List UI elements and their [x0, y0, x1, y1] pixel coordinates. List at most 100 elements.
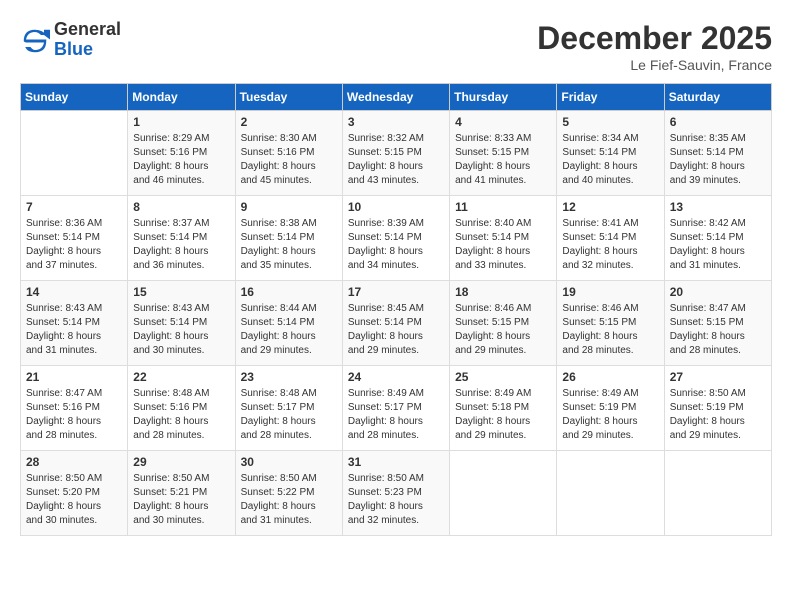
day-info: Sunrise: 8:42 AMSunset: 5:14 PMDaylight:… — [670, 217, 766, 273]
weekday-header-tuesday: Tuesday — [235, 84, 342, 111]
day-number: 26 — [562, 370, 658, 384]
day-info: Sunrise: 8:29 AMSunset: 5:16 PMDaylight:… — [133, 132, 229, 188]
logo-text: General Blue — [54, 20, 121, 60]
day-number: 5 — [562, 115, 658, 129]
day-number: 25 — [455, 370, 551, 384]
day-number: 28 — [26, 455, 122, 469]
calendar-cell — [664, 451, 771, 536]
weekday-header-friday: Friday — [557, 84, 664, 111]
day-number: 22 — [133, 370, 229, 384]
calendar-cell: 5Sunrise: 8:34 AMSunset: 5:14 PMDaylight… — [557, 111, 664, 196]
weekday-header-monday: Monday — [128, 84, 235, 111]
day-number: 17 — [348, 285, 444, 299]
calendar-cell: 30 Sunrise: 8:50 AMSunset: 5:22 PMDayligh… — [235, 451, 342, 536]
day-info: Sunrise: 8:30 AMSunset: 5:16 PMDaylight:… — [241, 132, 337, 188]
day-info: Sunrise: 8:36 AMSunset: 5:14 PMDaylight:… — [26, 217, 122, 273]
calendar-cell: 8 Sunrise: 8:37 AMSunset: 5:14 PMDaylight… — [128, 196, 235, 281]
calendar-cell: 21 Sunrise: 8:47 AMSunset: 5:16 PMDayligh… — [21, 366, 128, 451]
day-info: Sunrise: 8:48 AMSunset: 5:16 PMDaylight:… — [133, 387, 229, 443]
calendar-cell: 12 Sunrise: 8:41 AMSunset: 5:14 PMDayligh… — [557, 196, 664, 281]
calendar-cell: 13 Sunrise: 8:42 AMSunset: 5:14 PMDayligh… — [664, 196, 771, 281]
day-info: Sunrise: 8:43 AMSunset: 5:14 PMDaylight:… — [26, 302, 122, 358]
logo-blue-text: Blue — [54, 40, 121, 60]
calendar-week-4: 21 Sunrise: 8:47 AMSunset: 5:16 PMDayligh… — [21, 366, 772, 451]
day-number: 8 — [133, 200, 229, 214]
day-number: 24 — [348, 370, 444, 384]
calendar-cell: 18Sunrise: 8:46 AMSunset: 5:15 PMDayligh… — [450, 281, 557, 366]
calendar-cell: 9Sunrise: 8:38 AMSunset: 5:14 PMDaylight… — [235, 196, 342, 281]
location-subtitle: Le Fief-Sauvin, France — [537, 57, 772, 73]
day-info: Sunrise: 8:38 AMSunset: 5:14 PMDaylight:… — [241, 217, 337, 273]
day-number: 19 — [562, 285, 658, 299]
weekday-header-thursday: Thursday — [450, 84, 557, 111]
day-info: Sunrise: 8:50 AMSunset: 5:23 PMDaylight:… — [348, 472, 444, 528]
calendar-cell: 29 Sunrise: 8:50 AMSunset: 5:21 PMDayligh… — [128, 451, 235, 536]
calendar-table: SundayMondayTuesdayWednesdayThursdayFrid… — [20, 83, 772, 536]
day-info: Sunrise: 8:45 AMSunset: 5:14 PMDaylight:… — [348, 302, 444, 358]
day-info: Sunrise: 8:50 AMSunset: 5:22 PMDaylight:… — [241, 472, 337, 528]
page-header: General Blue December 2025 Le Fief-Sauvi… — [20, 20, 772, 73]
weekday-header-wednesday: Wednesday — [342, 84, 449, 111]
day-info: Sunrise: 8:48 AMSunset: 5:17 PMDaylight:… — [241, 387, 337, 443]
day-number: 3 — [348, 115, 444, 129]
day-info: Sunrise: 8:46 AMSunset: 5:15 PMDaylight:… — [455, 302, 551, 358]
logo: General Blue — [20, 20, 121, 60]
day-number: 21 — [26, 370, 122, 384]
calendar-cell: 26 Sunrise: 8:49 AMSunset: 5:19 PMDayligh… — [557, 366, 664, 451]
day-number: 11 — [455, 200, 551, 214]
calendar-week-1: 1Sunrise: 8:29 AMSunset: 5:16 PMDaylight… — [21, 111, 772, 196]
calendar-cell: 19 Sunrise: 8:46 AMSunset: 5:15 PMDayligh… — [557, 281, 664, 366]
day-number: 6 — [670, 115, 766, 129]
day-info: Sunrise: 8:47 AMSunset: 5:16 PMDaylight:… — [26, 387, 122, 443]
calendar-cell: 1Sunrise: 8:29 AMSunset: 5:16 PMDaylight… — [128, 111, 235, 196]
day-number: 29 — [133, 455, 229, 469]
day-info: Sunrise: 8:47 AMSunset: 5:15 PMDaylight:… — [670, 302, 766, 358]
calendar-cell — [557, 451, 664, 536]
day-info: Sunrise: 8:50 AMSunset: 5:20 PMDaylight:… — [26, 472, 122, 528]
day-info: Sunrise: 8:39 AMSunset: 5:14 PMDaylight:… — [348, 217, 444, 273]
calendar-cell: 7 Sunrise: 8:36 AMSunset: 5:14 PMDaylight… — [21, 196, 128, 281]
day-info: Sunrise: 8:44 AMSunset: 5:14 PMDaylight:… — [241, 302, 337, 358]
calendar-week-5: 28 Sunrise: 8:50 AMSunset: 5:20 PMDayligh… — [21, 451, 772, 536]
calendar-cell: 16Sunrise: 8:44 AMSunset: 5:14 PMDayligh… — [235, 281, 342, 366]
calendar-cell: 11 Sunrise: 8:40 AMSunset: 5:14 PMDayligh… — [450, 196, 557, 281]
weekday-header-sunday: Sunday — [21, 84, 128, 111]
day-number: 13 — [670, 200, 766, 214]
day-info: Sunrise: 8:49 AMSunset: 5:18 PMDaylight:… — [455, 387, 551, 443]
day-info: Sunrise: 8:35 AMSunset: 5:14 PMDaylight:… — [670, 132, 766, 188]
calendar-cell: 20 Sunrise: 8:47 AMSunset: 5:15 PMDayligh… — [664, 281, 771, 366]
calendar-cell: 31Sunrise: 8:50 AMSunset: 5:23 PMDayligh… — [342, 451, 449, 536]
day-number: 20 — [670, 285, 766, 299]
day-info: Sunrise: 8:40 AMSunset: 5:14 PMDaylight:… — [455, 217, 551, 273]
calendar-cell: 10Sunrise: 8:39 AMSunset: 5:14 PMDayligh… — [342, 196, 449, 281]
day-info: Sunrise: 8:46 AMSunset: 5:15 PMDaylight:… — [562, 302, 658, 358]
day-number: 2 — [241, 115, 337, 129]
calendar-cell — [21, 111, 128, 196]
day-number: 30 — [241, 455, 337, 469]
calendar-cell: 23 Sunrise: 8:48 AMSunset: 5:17 PMDayligh… — [235, 366, 342, 451]
day-info: Sunrise: 8:41 AMSunset: 5:14 PMDaylight:… — [562, 217, 658, 273]
title-block: December 2025 Le Fief-Sauvin, France — [537, 20, 772, 73]
calendar-cell: 25 Sunrise: 8:49 AMSunset: 5:18 PMDayligh… — [450, 366, 557, 451]
day-info: Sunrise: 8:49 AMSunset: 5:17 PMDaylight:… — [348, 387, 444, 443]
day-info: Sunrise: 8:33 AMSunset: 5:15 PMDaylight:… — [455, 132, 551, 188]
day-number: 7 — [26, 200, 122, 214]
calendar-cell: 4Sunrise: 8:33 AMSunset: 5:15 PMDaylight… — [450, 111, 557, 196]
calendar-header-row: SundayMondayTuesdayWednesdayThursdayFrid… — [21, 84, 772, 111]
day-number: 14 — [26, 285, 122, 299]
calendar-cell — [450, 451, 557, 536]
day-number: 12 — [562, 200, 658, 214]
day-number: 15 — [133, 285, 229, 299]
day-info: Sunrise: 8:50 AMSunset: 5:21 PMDaylight:… — [133, 472, 229, 528]
calendar-cell: 15Sunrise: 8:43 AMSunset: 5:14 PMDayligh… — [128, 281, 235, 366]
day-info: Sunrise: 8:49 AMSunset: 5:19 PMDaylight:… — [562, 387, 658, 443]
day-number: 23 — [241, 370, 337, 384]
day-info: Sunrise: 8:37 AMSunset: 5:14 PMDaylight:… — [133, 217, 229, 273]
calendar-cell: 3Sunrise: 8:32 AMSunset: 5:15 PMDaylight… — [342, 111, 449, 196]
calendar-week-2: 7 Sunrise: 8:36 AMSunset: 5:14 PMDaylight… — [21, 196, 772, 281]
calendar-cell: 22 Sunrise: 8:48 AMSunset: 5:16 PMDayligh… — [128, 366, 235, 451]
calendar-cell: 2 Sunrise: 8:30 AMSunset: 5:16 PMDaylight… — [235, 111, 342, 196]
calendar-cell: 28 Sunrise: 8:50 AMSunset: 5:20 PMDayligh… — [21, 451, 128, 536]
calendar-week-3: 14 Sunrise: 8:43 AMSunset: 5:14 PMDayligh… — [21, 281, 772, 366]
logo-icon — [20, 26, 50, 56]
